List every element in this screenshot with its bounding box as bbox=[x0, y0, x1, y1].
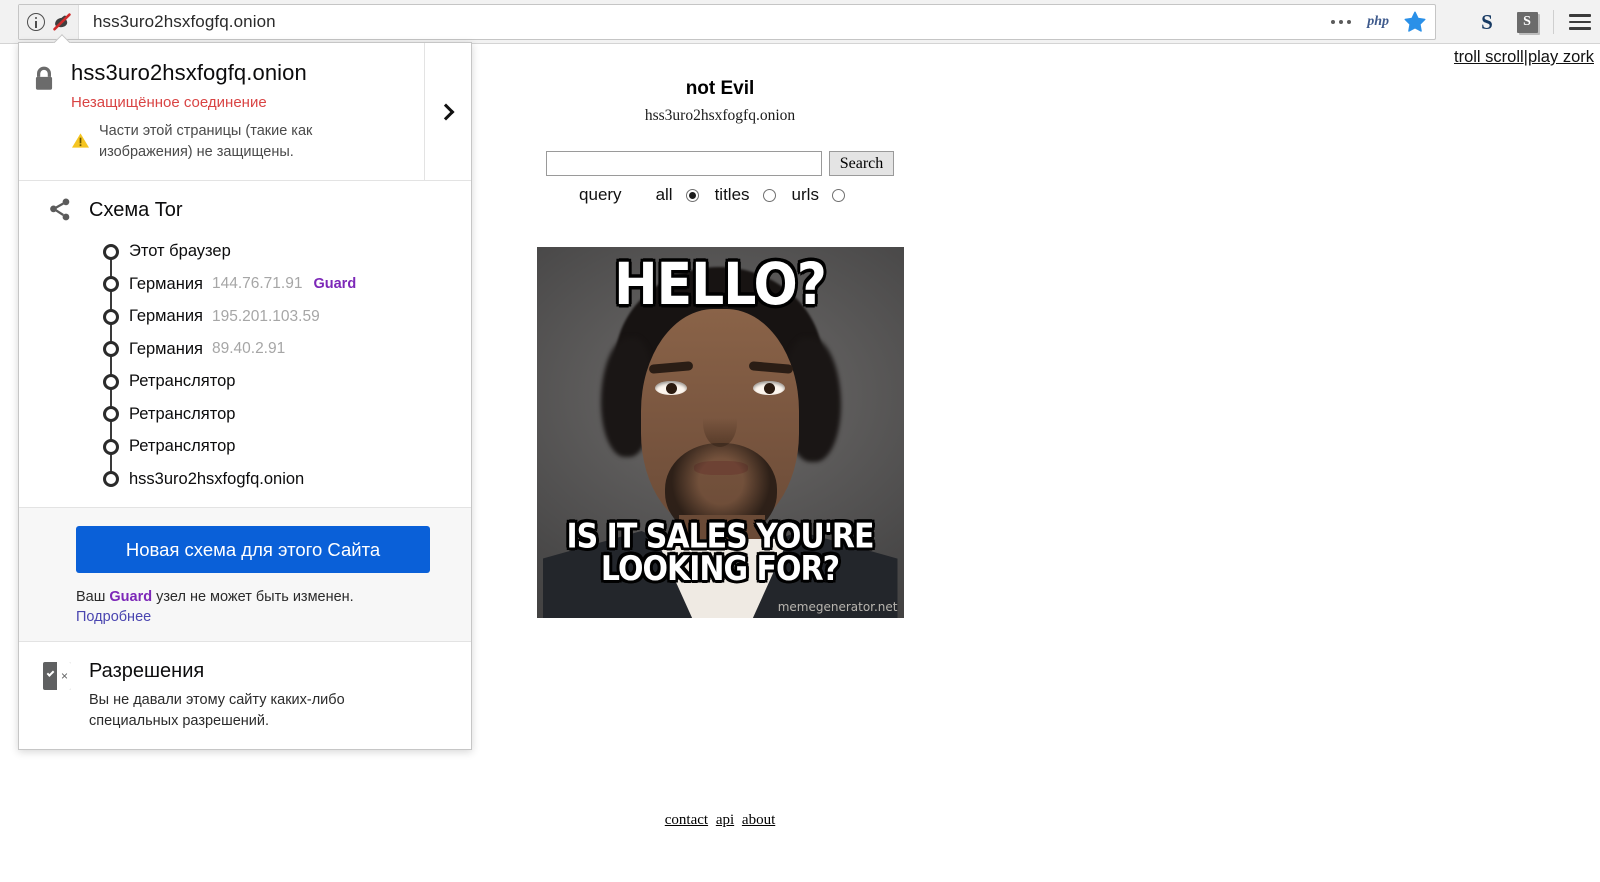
circuit-node: Ретранслятор bbox=[19, 430, 471, 463]
circuit-node: Германия 195.201.103.59 bbox=[19, 300, 471, 333]
permissions-description: Вы не давали этому сайту каких-либо спец… bbox=[89, 692, 345, 730]
circuit-node: Ретранслятор bbox=[19, 398, 471, 431]
new-circuit-section: Новая схема для этого Сайта Ваш Guard уз… bbox=[19, 508, 471, 642]
circuit-node-dot-icon bbox=[103, 373, 119, 390]
tor-circuit-list: Этот браузер Германия 144.76.71.91 Guard… bbox=[19, 235, 471, 495]
hamburger-menu-icon[interactable] bbox=[1560, 2, 1600, 42]
radio-all[interactable] bbox=[685, 188, 699, 202]
panel-site-host: hss3uro2hsxfogfq.onion bbox=[71, 60, 307, 85]
corner-links: troll scroll|play zork bbox=[1454, 48, 1594, 67]
circuit-node-label: Германия bbox=[129, 307, 203, 326]
php-addon-icon[interactable]: php bbox=[1367, 14, 1389, 30]
link-troll-scroll[interactable]: troll scroll bbox=[1454, 48, 1524, 66]
circuit-node-dot-icon bbox=[103, 276, 119, 293]
circuit-node-label: Германия bbox=[129, 274, 203, 293]
circuit-node-dot-icon bbox=[103, 406, 119, 423]
s-box-icon[interactable]: S bbox=[1507, 2, 1547, 42]
radio-label-urls: urls bbox=[791, 185, 819, 204]
circuit-node-label: hss3uro2hsxfogfq.onion bbox=[129, 469, 305, 488]
circuit-node-label: Ретранслятор bbox=[129, 437, 236, 456]
footer-link-contact[interactable]: contact bbox=[665, 812, 708, 828]
learn-more-link[interactable]: Подробнее bbox=[76, 609, 471, 625]
guard-note-prefix: Ваш bbox=[76, 589, 110, 606]
identity-section: hss3uro2hsxfogfq.onion Незащищённое соед… bbox=[19, 43, 471, 181]
address-bar[interactable]: hss3uro2hsxfogfq.onion php bbox=[18, 4, 1436, 40]
circuit-node-tag: Guard bbox=[313, 276, 357, 293]
guard-note-suffix: узел не может быть изменен. bbox=[152, 589, 354, 606]
meme-bottom-text: IS IT SALES YOU'RE LOOKING FOR? bbox=[566, 517, 874, 589]
meme-image: HELLO? IS IT SALES YOU'RE LOOKING FOR? m… bbox=[536, 247, 904, 618]
query-label: query bbox=[579, 185, 622, 204]
radio-label-titles: titles bbox=[714, 185, 750, 204]
chevron-right-icon bbox=[437, 103, 455, 121]
radio-label-all: all bbox=[655, 185, 673, 204]
site-identity-panel: hss3uro2hsxfogfq.onion Незащищённое соед… bbox=[18, 42, 472, 750]
circuit-node-dot-icon bbox=[103, 438, 119, 455]
meme-pupil-right bbox=[763, 383, 775, 394]
tor-circuit-title: Схема Tor bbox=[89, 198, 183, 221]
circuit-node-label: Ретранслятор bbox=[129, 372, 236, 391]
info-circle-icon[interactable] bbox=[27, 13, 45, 31]
urlbar-actions: php bbox=[1329, 10, 1435, 34]
s-letter-icon[interactable]: S bbox=[1467, 2, 1507, 42]
identity-expand-button[interactable] bbox=[424, 43, 471, 181]
circuit-node: Ретранслятор bbox=[19, 365, 471, 398]
permissions-icon: × bbox=[43, 662, 71, 691]
url-text[interactable]: hss3uro2hsxfogfq.onion bbox=[79, 12, 1329, 32]
guard-note: Ваш Guard узел не может быть изменен. bbox=[76, 589, 471, 605]
meme-credit: memegenerator.net bbox=[777, 600, 898, 614]
circuit-node-label: Ретранслятор bbox=[129, 404, 236, 423]
circuit-node-dot-icon bbox=[103, 341, 119, 358]
circuit-node-label: Германия bbox=[129, 339, 203, 358]
footer-link-api[interactable]: api bbox=[716, 812, 734, 828]
circuit-node-label: Этот браузер bbox=[129, 242, 231, 261]
mixed-content-warning: Части этой страницы (такие как изображен… bbox=[71, 121, 363, 162]
toolbar-extensions: S S bbox=[1467, 0, 1600, 44]
noscript-icon[interactable] bbox=[52, 12, 72, 32]
circuit-node-ip: 144.76.71.91 bbox=[211, 275, 303, 293]
guard-note-tag: Guard bbox=[109, 589, 153, 606]
circuit-node: Германия 144.76.71.91 Guard bbox=[19, 268, 471, 301]
permissions-title: Разрешения bbox=[89, 660, 205, 683]
browser-toolbar: hss3uro2hsxfogfq.onion php S S bbox=[0, 0, 1600, 44]
more-dots-icon[interactable] bbox=[1329, 20, 1353, 24]
mixed-content-text: Части этой страницы (такие как изображен… bbox=[99, 123, 313, 160]
new-circuit-button[interactable]: Новая схема для этого Сайта bbox=[76, 526, 430, 574]
tor-circuit-icon bbox=[47, 197, 73, 223]
link-play-zork[interactable]: play zork bbox=[1528, 48, 1594, 66]
tor-circuit-header: Схема Tor bbox=[19, 197, 471, 223]
radio-titles[interactable] bbox=[762, 188, 776, 202]
lock-icon bbox=[31, 65, 57, 162]
permissions-section: × Разрешения Вы не давали этому сайту ка… bbox=[19, 642, 471, 758]
panel-arrow bbox=[53, 34, 71, 43]
circuit-node-dot-icon bbox=[103, 471, 119, 488]
search-input[interactable] bbox=[545, 151, 822, 176]
circuit-node-ip: 89.40.2.91 bbox=[211, 340, 286, 358]
connection-status: Незащищённое соединение bbox=[71, 94, 267, 112]
circuit-node-ip: 195.201.103.59 bbox=[211, 307, 320, 325]
meme-nose bbox=[702, 399, 737, 447]
circuit-node: Этот браузер bbox=[19, 235, 471, 268]
footer-links: contact api about bbox=[0, 812, 1440, 829]
footer-link-about[interactable]: about bbox=[742, 812, 775, 828]
meme-pupil-left bbox=[665, 383, 677, 394]
meme-top-text: HELLO? bbox=[614, 251, 827, 319]
circuit-node-dot-icon bbox=[103, 308, 119, 325]
tor-circuit-section: Схема Tor Этот браузер Германия 144.76.7… bbox=[19, 181, 471, 507]
warning-triangle-icon bbox=[71, 132, 90, 156]
circuit-node-dot-icon bbox=[103, 243, 119, 260]
circuit-node: hss3uro2hsxfogfq.onion bbox=[19, 463, 471, 496]
star-icon[interactable] bbox=[1403, 10, 1427, 34]
toolbar-divider bbox=[1553, 10, 1554, 34]
radio-urls[interactable] bbox=[831, 188, 845, 202]
search-button[interactable]: Search bbox=[828, 151, 895, 176]
circuit-node: Германия 89.40.2.91 bbox=[19, 333, 471, 366]
